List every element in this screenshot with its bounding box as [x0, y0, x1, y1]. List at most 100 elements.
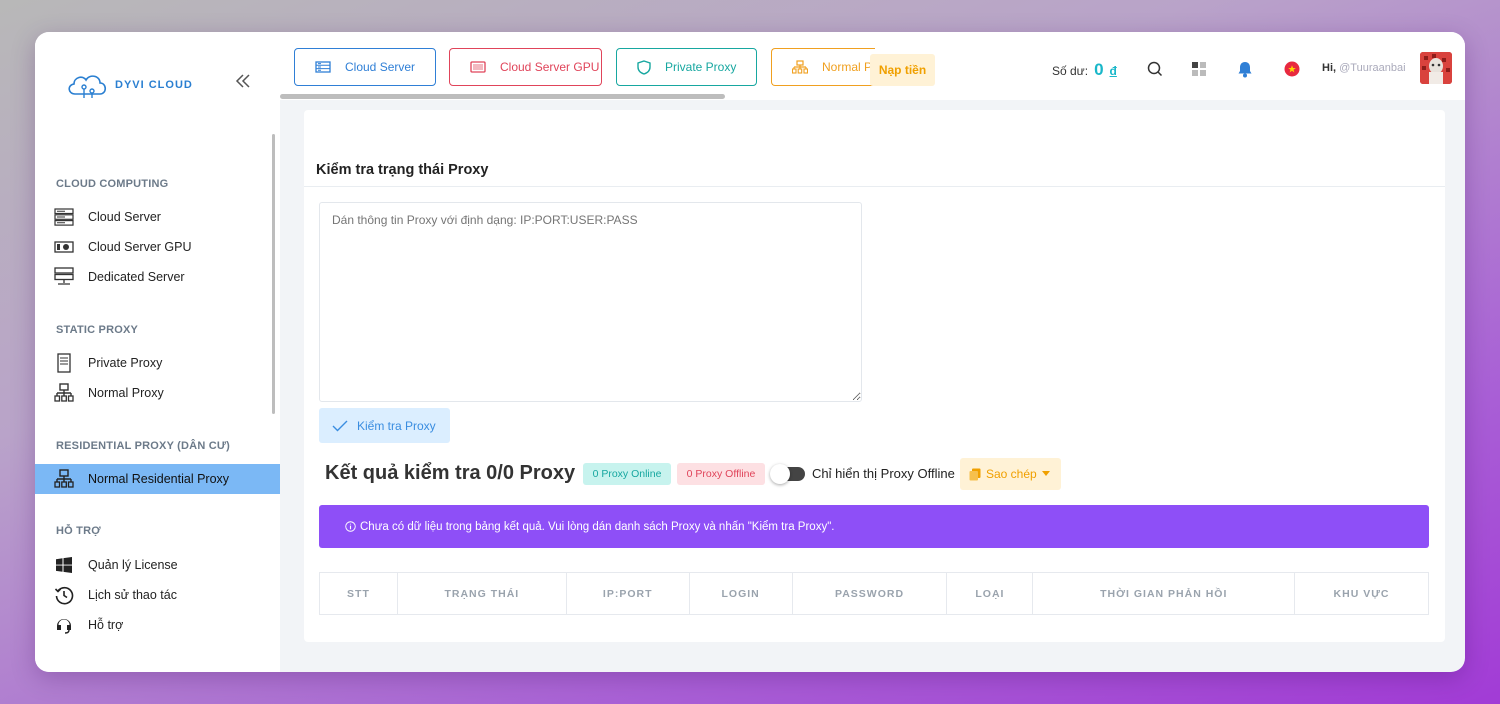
app-window: DYVI CLOUD CLOUD COMPUTING Cloud Server …: [35, 32, 1465, 672]
network-icon: [54, 469, 74, 489]
sidebar-item-support[interactable]: Hỗ trợ: [35, 610, 280, 640]
apps-button[interactable]: [1190, 60, 1208, 78]
sidebar-item-dedicated-server[interactable]: Dedicated Server: [35, 262, 280, 292]
page-title: Kiểm tra trạng thái Proxy: [316, 162, 489, 178]
copy-icon: [969, 468, 981, 480]
col-password[interactable]: PASSWORD: [791, 572, 948, 615]
balance-label: Số dư:: [1052, 64, 1089, 78]
section-residential-proxy: RESIDENTIAL PROXY (DÂN CƯ): [56, 440, 231, 452]
server-rack-icon: [54, 207, 74, 227]
sidebar-item-label: Dedicated Server: [88, 270, 185, 284]
topup-button[interactable]: Nạp tiền: [870, 54, 935, 86]
result-title: Kết quả kiểm tra 0/0 Proxy: [325, 462, 576, 484]
col-stt[interactable]: STT: [319, 572, 398, 615]
tab-private-proxy[interactable]: Private Proxy: [616, 48, 757, 86]
online-count-badge: 0 Proxy Online: [583, 463, 671, 485]
sidebar-item-label: Normal Residential Proxy: [88, 472, 230, 486]
balance-display: Số dư: 0 đ: [1052, 60, 1117, 80]
network-icon: [792, 60, 808, 74]
sidebar-item-normal-proxy[interactable]: Normal Proxy: [35, 378, 280, 408]
toggle-knob: [770, 464, 790, 484]
sidebar: DYVI CLOUD CLOUD COMPUTING Cloud Server …: [35, 32, 280, 672]
top-bar: Cloud Server Cloud Server GPU Private Pr…: [280, 32, 1465, 100]
gpu-icon: [54, 237, 74, 257]
sidebar-item-private-proxy[interactable]: Private Proxy: [35, 348, 280, 378]
windows-icon: [54, 555, 74, 575]
info-icon: [345, 521, 356, 532]
divider: [304, 186, 1445, 187]
results-table: STT TRẠNG THÁI IP:PORT LOGIN PASSWORD LO…: [319, 572, 1429, 615]
proxy-input[interactable]: [319, 202, 862, 402]
balance-currency: đ: [1109, 64, 1117, 78]
cloud-logo-icon: [68, 75, 107, 98]
tab-label: Private Proxy: [665, 60, 737, 74]
section-support: HỖ TRỢ: [56, 525, 101, 537]
check-proxy-button[interactable]: Kiểm tra Proxy: [319, 408, 450, 443]
caret-down-icon: [1041, 471, 1050, 476]
balance-amount: 0: [1094, 60, 1104, 79]
search-button[interactable]: [1146, 60, 1164, 78]
brand-logo[interactable]: DYVI CLOUD: [65, 70, 193, 100]
server-icon: [315, 61, 331, 73]
sidebar-item-label: Cloud Server: [88, 210, 161, 224]
notifications-button[interactable]: [1236, 60, 1254, 78]
user-greeting[interactable]: Hi, @Tuuraanbai: [1322, 62, 1406, 74]
copy-dropdown-button[interactable]: Sao chép: [960, 458, 1061, 490]
table-header-row: STT TRẠNG THÁI IP:PORT LOGIN PASSWORD LO…: [319, 572, 1429, 615]
language-button[interactable]: [1283, 60, 1301, 78]
tab-normal-proxy[interactable]: Normal Pr: [771, 48, 875, 86]
tower-server-icon: [54, 353, 74, 373]
alert-text: Chưa có dữ liệu trong bảng kết quả. Vui …: [360, 520, 835, 533]
sidebar-item-label: Hỗ trợ: [88, 618, 124, 632]
network-icon: [54, 383, 74, 403]
collapse-sidebar-button[interactable]: [235, 72, 251, 95]
section-cloud-computing: CLOUD COMPUTING: [56, 178, 169, 190]
sidebar-item-label: Lịch sử thao tác: [88, 588, 177, 602]
double-chevron-left-icon: [235, 74, 250, 88]
sidebar-item-cloud-server[interactable]: Cloud Server: [35, 202, 280, 232]
copy-label: Sao chép: [986, 467, 1037, 481]
tab-cloud-server[interactable]: Cloud Server: [294, 48, 436, 86]
headset-icon: [54, 615, 74, 635]
proxy-check-card: Kiểm tra trạng thái Proxy Kiểm tra Proxy…: [304, 110, 1445, 642]
user-avatar-icon: [1420, 52, 1452, 84]
gpu-icon: [470, 61, 486, 73]
grid-icon: [1192, 62, 1206, 76]
sidebar-item-cloud-server-gpu[interactable]: Cloud Server GPU: [35, 232, 280, 262]
greeting-text: Hi,: [1322, 62, 1337, 74]
col-type[interactable]: LOẠI: [946, 572, 1034, 615]
brand-name: DYVI CLOUD: [115, 79, 193, 91]
tab-cloud-server-gpu[interactable]: Cloud Server GPU: [449, 48, 602, 86]
history-icon: [54, 585, 74, 605]
col-ip-port[interactable]: IP:PORT: [565, 572, 690, 615]
col-response-time[interactable]: THỜI GIAN PHẢN HỒI: [1032, 572, 1296, 615]
col-status[interactable]: TRẠNG THÁI: [396, 572, 567, 615]
sidebar-item-label: Private Proxy: [88, 356, 163, 370]
vietnam-flag-icon: [1284, 61, 1300, 77]
dedicated-server-icon: [54, 267, 74, 287]
avatar[interactable]: [1420, 52, 1452, 84]
col-region[interactable]: KHU VỰC: [1294, 572, 1429, 615]
search-icon: [1147, 61, 1163, 77]
sidebar-item-label: Normal Proxy: [88, 386, 164, 400]
empty-results-alert: Chưa có dữ liệu trong bảng kết quả. Vui …: [319, 505, 1429, 548]
col-login[interactable]: LOGIN: [688, 572, 793, 615]
sidebar-item-label: Cloud Server GPU: [88, 240, 192, 254]
tabs-scrollbar[interactable]: [280, 94, 725, 99]
sidebar-item-history[interactable]: Lịch sử thao tác: [35, 580, 280, 610]
checkmark-icon: [332, 420, 348, 431]
bell-icon: [1238, 61, 1252, 77]
offline-only-label: Chỉ hiển thị Proxy Offline: [812, 466, 955, 481]
username: @Tuuraanbai: [1339, 62, 1406, 74]
offline-count-badge: 0 Proxy Offline: [677, 463, 765, 485]
check-proxy-label: Kiểm tra Proxy: [357, 418, 436, 433]
offline-only-toggle[interactable]: [770, 464, 805, 484]
shield-icon: [637, 59, 651, 75]
section-static-proxy: STATIC PROXY: [56, 324, 139, 336]
tab-label: Cloud Server: [345, 60, 416, 74]
sidebar-item-normal-residential-proxy[interactable]: Normal Residential Proxy: [35, 464, 280, 494]
tab-label: Normal Pr: [822, 60, 875, 74]
sidebar-item-license[interactable]: Quản lý License: [35, 550, 280, 580]
tab-label: Cloud Server GPU: [500, 60, 600, 74]
sidebar-item-label: Quản lý License: [88, 558, 178, 572]
